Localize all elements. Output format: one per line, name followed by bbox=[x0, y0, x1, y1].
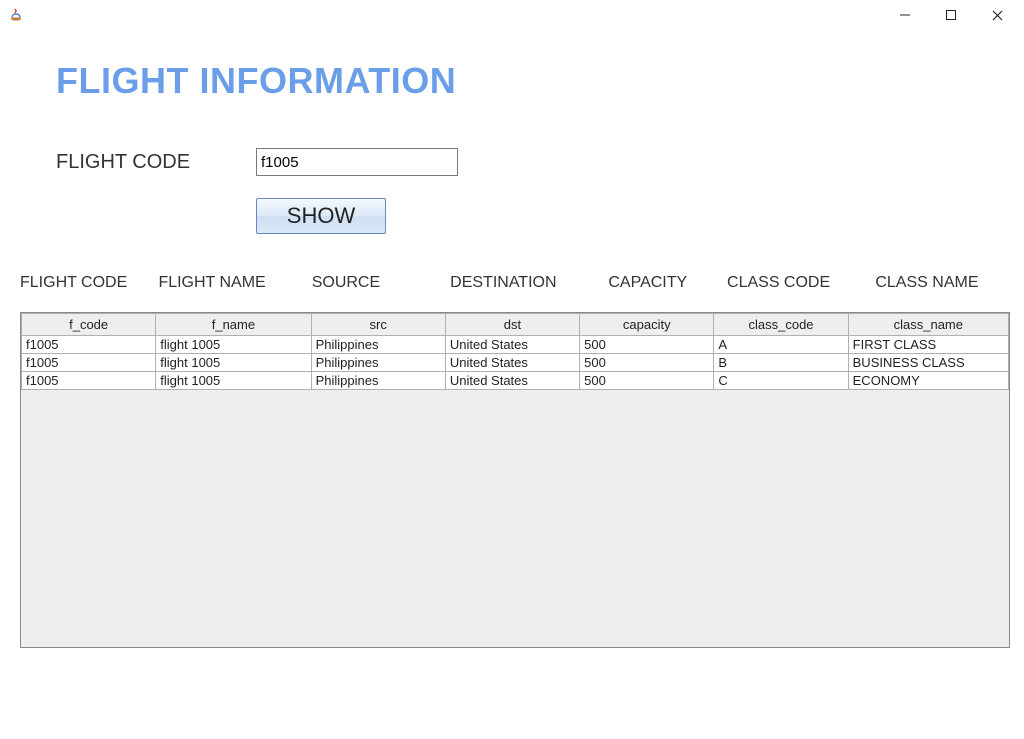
table-cell[interactable]: C bbox=[714, 372, 848, 390]
table-cell[interactable]: A bbox=[714, 336, 848, 354]
maximize-button[interactable] bbox=[928, 0, 974, 30]
table-cell[interactable]: United States bbox=[445, 372, 579, 390]
table-header[interactable]: dst bbox=[445, 314, 579, 336]
table-cell[interactable]: B bbox=[714, 354, 848, 372]
table-header[interactable]: capacity bbox=[580, 314, 714, 336]
column-label: CLASS NAME bbox=[875, 274, 994, 292]
table-row[interactable]: f1005flight 1005PhilippinesUnited States… bbox=[22, 372, 1009, 390]
column-label: DESTINATION bbox=[450, 274, 608, 292]
column-label: CAPACITY bbox=[608, 274, 727, 292]
column-label: CLASS CODE bbox=[727, 274, 875, 292]
flight-code-label: FLIGHT CODE bbox=[56, 151, 256, 174]
close-button[interactable] bbox=[974, 0, 1020, 30]
table-cell[interactable]: 500 bbox=[580, 336, 714, 354]
table-cell[interactable]: Philippines bbox=[311, 372, 445, 390]
table-cell[interactable]: ECONOMY bbox=[848, 372, 1008, 390]
page-title: FLIGHT INFORMATION bbox=[56, 60, 986, 102]
table-cell[interactable]: f1005 bbox=[22, 372, 156, 390]
table-cell[interactable]: Philippines bbox=[311, 336, 445, 354]
table-header[interactable]: f_name bbox=[156, 314, 311, 336]
results-table-container: f_codef_namesrcdstcapacityclass_codeclas… bbox=[20, 312, 1010, 648]
results-table: f_codef_namesrcdstcapacityclass_codeclas… bbox=[21, 313, 1009, 390]
column-labels-row: FLIGHT CODEFLIGHT NAMESOURCEDESTINATIONC… bbox=[20, 274, 994, 292]
table-header[interactable]: f_code bbox=[22, 314, 156, 336]
table-header[interactable]: class_code bbox=[714, 314, 848, 336]
table-row[interactable]: f1005flight 1005PhilippinesUnited States… bbox=[22, 354, 1009, 372]
table-cell[interactable]: United States bbox=[445, 354, 579, 372]
flight-code-row: FLIGHT CODE bbox=[56, 148, 986, 176]
table-header[interactable]: class_name bbox=[848, 314, 1008, 336]
table-cell[interactable]: 500 bbox=[580, 372, 714, 390]
minimize-button[interactable] bbox=[882, 0, 928, 30]
flight-code-input[interactable] bbox=[256, 148, 458, 176]
column-label: FLIGHT NAME bbox=[158, 274, 311, 292]
table-cell[interactable]: f1005 bbox=[22, 336, 156, 354]
column-label: FLIGHT CODE bbox=[20, 274, 158, 292]
table-row[interactable]: f1005flight 1005PhilippinesUnited States… bbox=[22, 336, 1009, 354]
table-cell[interactable]: Philippines bbox=[311, 354, 445, 372]
column-label: SOURCE bbox=[312, 274, 450, 292]
table-cell[interactable]: 500 bbox=[580, 354, 714, 372]
table-cell[interactable]: BUSINESS CLASS bbox=[848, 354, 1008, 372]
titlebar bbox=[0, 0, 1024, 30]
table-cell[interactable]: United States bbox=[445, 336, 579, 354]
table-cell[interactable]: flight 1005 bbox=[156, 354, 311, 372]
table-cell[interactable]: flight 1005 bbox=[156, 336, 311, 354]
table-header[interactable]: src bbox=[311, 314, 445, 336]
show-button[interactable]: SHOW bbox=[256, 198, 386, 234]
java-cup-icon bbox=[8, 7, 24, 23]
table-cell[interactable]: f1005 bbox=[22, 354, 156, 372]
table-cell[interactable]: FIRST CLASS bbox=[848, 336, 1008, 354]
table-cell[interactable]: flight 1005 bbox=[156, 372, 311, 390]
